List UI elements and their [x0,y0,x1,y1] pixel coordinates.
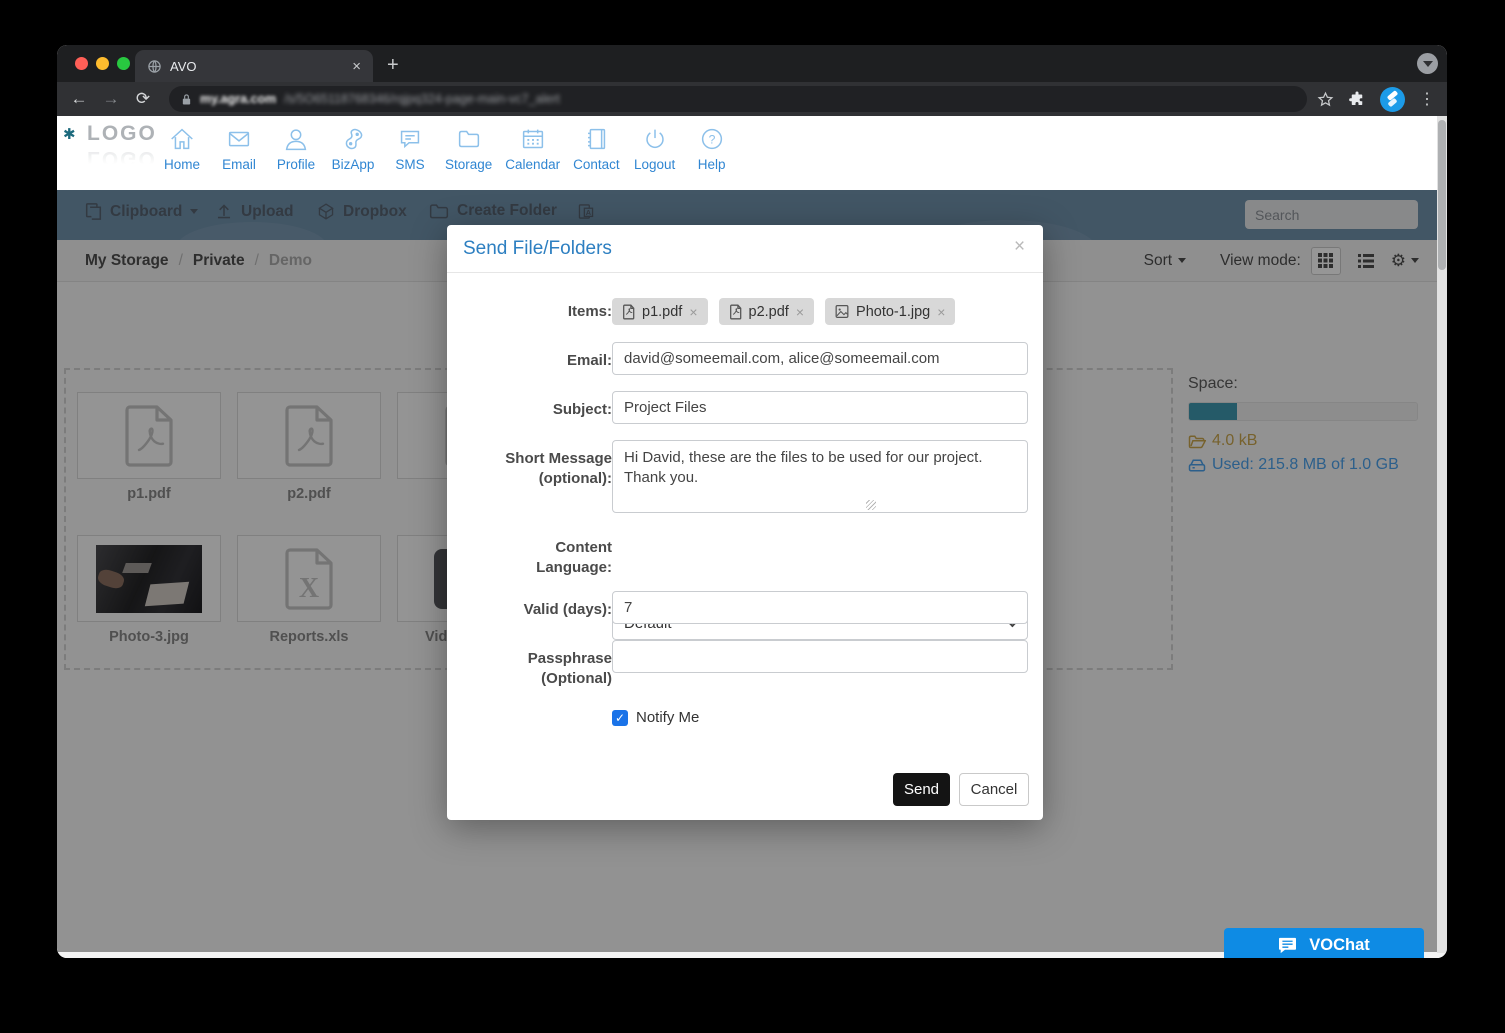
remove-item-icon[interactable]: × [689,304,697,320]
passphrase-field[interactable] [612,640,1028,673]
nav-item-sms[interactable]: SMS [388,124,432,172]
logout-power-icon [640,124,670,154]
scrollbar-thumb[interactable] [1438,120,1446,270]
pdf-file-icon [622,304,635,320]
nav-item-profile[interactable]: Profile [274,124,318,172]
notify-checkbox[interactable]: ✓ [612,710,628,726]
items-chips: p1.pdf × p2.pdf × Photo-1.jpg × [612,298,1028,325]
browser-titlebar: AVO × + [57,45,1447,82]
send-button[interactable]: Send [893,773,950,806]
send-files-modal: Send File/Folders × Items: p1.pdf × p2.p… [447,225,1043,820]
back-button[interactable]: ← [63,89,95,109]
logo-reflection: LOGO [87,146,157,170]
subject-label: Subject: [477,400,612,420]
nav-item-contact[interactable]: Contact [573,124,620,172]
modal-close-icon[interactable]: × [1014,236,1025,258]
app-header: ✱ LOGO LOGO Home Email Profile BizApp [57,116,1447,190]
favicon-globe-icon [147,59,162,74]
chrome-menu-icon[interactable]: ⋮ [1419,89,1435,109]
home-icon [167,124,197,154]
reload-button[interactable]: ⟳ [127,89,159,109]
nav-item-home[interactable]: Home [160,124,204,172]
main-nav: Home Email Profile BizApp SMS Storage [160,124,734,172]
remove-item-icon[interactable]: × [937,304,945,320]
item-chip-p1: p1.pdf × [612,298,708,325]
notify-row: ✓ Notify Me [612,709,1028,726]
address-bar[interactable]: my.agra.com /s/5O65118768346/rqjpq324-pa… [169,86,1307,112]
browser-toolbar: ← → ⟳ my.agra.com /s/5O65118768346/rqjpq… [57,82,1447,116]
sms-icon [395,124,425,154]
notify-label: Notify Me [636,709,699,726]
cancel-button[interactable]: Cancel [959,773,1029,806]
item-chip-p2: p2.pdf × [719,298,815,325]
extensions-puzzle-icon[interactable] [1348,90,1366,108]
subject-field[interactable] [612,391,1028,424]
forward-button[interactable]: → [95,89,127,109]
modal-title: Send File/Folders [463,238,612,260]
pdf-file-icon [729,304,742,320]
language-label: Content Language: [477,538,612,578]
lock-icon [181,93,192,106]
chevron-down-icon [1423,61,1433,67]
contact-book-icon [581,124,611,154]
email-icon [224,124,254,154]
url-host: my.agra.com [200,92,276,106]
profile-avatar[interactable] [1380,87,1405,112]
url-path: /s/5O65118768346/rqjpq324-page-main-vc7_… [284,92,560,106]
tab-close-icon[interactable]: × [352,58,361,75]
bizapp-icon [338,124,368,154]
minimize-window-button[interactable] [96,57,109,70]
nav-item-email[interactable]: Email [217,124,261,172]
vochat-button[interactable]: VOChat [1224,928,1424,958]
app-logo[interactable]: LOGO LOGO [87,122,157,170]
passphrase-label: Passphrase (Optional) [477,649,612,689]
email-field[interactable] [612,342,1028,375]
help-icon: ? [697,124,727,154]
chat-bubble-icon [1278,937,1297,954]
remove-item-icon[interactable]: × [796,304,804,320]
profile-icon [281,124,311,154]
email-label: Email: [477,351,612,371]
browser-window: AVO × + ← → ⟳ my.agra.com /s/5O651187683… [57,45,1447,958]
tab-search-dropdown[interactable] [1417,53,1438,74]
message-label: Short Message (optional): [477,449,612,489]
items-label: Items: [477,302,612,322]
bookmark-star-icon[interactable] [1317,91,1334,108]
valid-days-label: Valid (days): [477,600,612,620]
browser-tab[interactable]: AVO × [135,50,373,82]
nav-item-storage[interactable]: Storage [445,124,492,172]
calendar-icon [518,124,548,154]
valid-days-field[interactable] [612,591,1028,624]
item-chip-photo1: Photo-1.jpg × [825,298,955,325]
nav-item-bizapp[interactable]: BizApp [331,124,375,172]
svg-text:?: ? [708,133,715,147]
page-scrollbar[interactable] [1437,116,1447,953]
logo-asterisk-icon: ✱ [63,125,76,143]
close-window-button[interactable] [75,57,88,70]
new-tab-button[interactable]: + [387,55,399,75]
nav-item-logout[interactable]: Logout [633,124,677,172]
logo-text: LOGO [87,122,157,146]
nav-item-help[interactable]: ? Help [690,124,734,172]
image-file-icon [835,304,849,319]
message-field[interactable]: Hi David, these are the files to be used… [612,440,1028,513]
tab-title: AVO [170,59,344,74]
storage-folder-icon [454,124,484,154]
maximize-window-button[interactable] [117,57,130,70]
nav-item-calendar[interactable]: Calendar [505,124,560,172]
